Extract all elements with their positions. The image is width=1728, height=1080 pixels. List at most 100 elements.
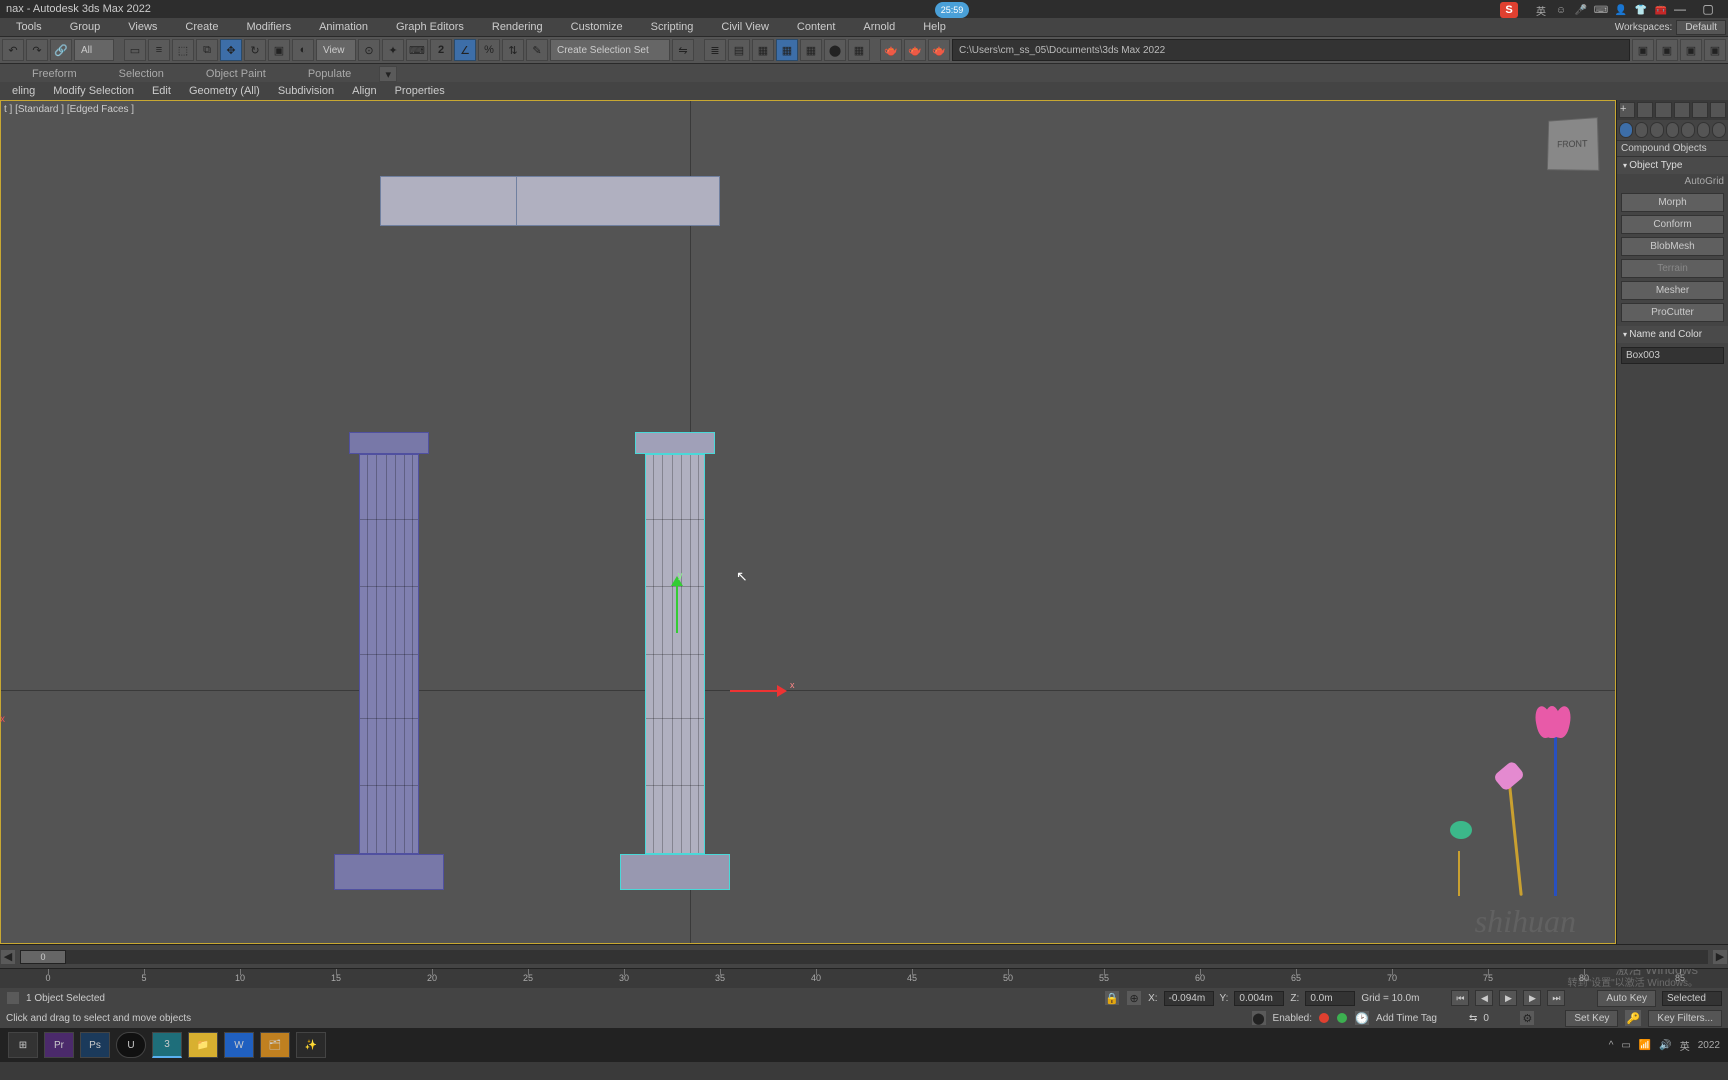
autogrid-checkbox[interactable]: AutoGrid: [1617, 174, 1728, 189]
objecttype-rollout[interactable]: Object Type: [1617, 157, 1728, 174]
menu-civilview[interactable]: Civil View: [707, 18, 782, 36]
rect-select-button[interactable]: ⬚: [172, 39, 194, 61]
render-production-button[interactable]: 🫖: [904, 39, 926, 61]
tray-ime[interactable]: 英: [1680, 1038, 1690, 1053]
extra1-button[interactable]: ▣: [1632, 39, 1654, 61]
snap-2d-button[interactable]: 2: [430, 39, 452, 61]
menu-animation[interactable]: Animation: [305, 18, 382, 36]
timetag-icon[interactable]: 🕑: [1354, 1010, 1370, 1026]
ribbon-modifysel[interactable]: Modify Selection: [45, 83, 142, 99]
schematic-view-button[interactable]: ▦: [800, 39, 822, 61]
keyboard-icon[interactable]: ⌨: [1594, 3, 1608, 17]
ribbon-tab-freeform[interactable]: Freeform: [12, 66, 97, 82]
enabled-red-dot[interactable]: [1319, 1013, 1329, 1023]
procutter-button[interactable]: ProCutter: [1621, 303, 1724, 322]
menu-grapheditors[interactable]: Graph Editors: [382, 18, 478, 36]
tray-volume-icon[interactable]: 🔊: [1659, 1040, 1671, 1051]
tray-chevron-icon[interactable]: ^: [1609, 1040, 1614, 1051]
link-button[interactable]: 🔗: [50, 39, 72, 61]
geometry-cat-icon[interactable]: [1619, 122, 1633, 138]
ribbon-tab-objectpaint[interactable]: Object Paint: [186, 66, 286, 82]
window-maximize[interactable]: ▢: [1694, 2, 1722, 16]
tray-date[interactable]: 2022: [1698, 1040, 1720, 1051]
coord-y-input[interactable]: 0.004m: [1234, 991, 1284, 1006]
absolute-mode-icon[interactable]: ⊕: [1126, 990, 1142, 1006]
play-button[interactable]: ▶: [1499, 990, 1517, 1006]
menu-modifiers[interactable]: Modifiers: [232, 18, 305, 36]
object-name-input[interactable]: Box003: [1621, 347, 1724, 364]
ribbon-edit[interactable]: Edit: [144, 83, 179, 99]
use-center-button[interactable]: ⊙: [358, 39, 380, 61]
window-crossing-button[interactable]: ⧉: [196, 39, 218, 61]
tray-wifi-icon[interactable]: 📶: [1639, 1040, 1651, 1051]
menu-customize[interactable]: Customize: [557, 18, 637, 36]
motion-tab-icon[interactable]: [1674, 102, 1690, 118]
viewport[interactable]: t ] [Standard ] [Edged Faces ]: [0, 100, 1616, 944]
undo-button[interactable]: ↶: [2, 39, 24, 61]
shapes-cat-icon[interactable]: [1635, 122, 1649, 138]
mirror-button[interactable]: ⇋: [672, 39, 694, 61]
extra4-button[interactable]: ▣: [1704, 39, 1726, 61]
snap-angle-button[interactable]: ∠: [454, 39, 476, 61]
flower-tulip[interactable]: [1536, 706, 1576, 896]
snap-percent-button[interactable]: %: [478, 39, 500, 61]
systems-cat-icon[interactable]: [1712, 122, 1726, 138]
keymode-dropdown[interactable]: Selected: [1662, 991, 1722, 1006]
emoji-icon[interactable]: ☺: [1554, 3, 1568, 17]
select-move-button[interactable]: ✥: [220, 39, 242, 61]
viewcube[interactable]: FRONT: [1547, 117, 1600, 171]
lights-cat-icon[interactable]: [1650, 122, 1664, 138]
material-editor-button[interactable]: ⬤: [824, 39, 846, 61]
render-setup-button[interactable]: ▦: [848, 39, 870, 61]
filter-all-dropdown[interactable]: All: [74, 39, 114, 61]
toolbox-icon[interactable]: 🧰: [1654, 3, 1668, 17]
menu-group[interactable]: Group: [56, 18, 115, 36]
enabled-green-dot[interactable]: [1337, 1013, 1347, 1023]
flowers-group[interactable]: [1446, 696, 1586, 896]
taskbar-app1[interactable]: ⊞: [8, 1032, 38, 1058]
isolate-icon[interactable]: ⬤: [1251, 1010, 1267, 1026]
extra3-button[interactable]: ▣: [1680, 39, 1702, 61]
ribbon-geometry[interactable]: Geometry (All): [181, 83, 268, 99]
mesher-button[interactable]: Mesher: [1621, 281, 1724, 300]
column-right-selected[interactable]: [620, 432, 730, 890]
taskbar-premiere-icon[interactable]: Pr: [44, 1032, 74, 1058]
add-time-tag[interactable]: Add Time Tag: [1376, 1013, 1437, 1024]
play-prev-frame-button[interactable]: ◀: [1475, 990, 1493, 1006]
select-object-button[interactable]: ▭: [124, 39, 146, 61]
helpers-cat-icon[interactable]: [1681, 122, 1695, 138]
taskbar-wps-icon[interactable]: W: [224, 1032, 254, 1058]
keyfilters-button[interactable]: Key Filters...: [1648, 1010, 1722, 1027]
maxscript-mini-icon[interactable]: [6, 991, 20, 1005]
spacewarps-cat-icon[interactable]: [1697, 122, 1711, 138]
ribbon-properties[interactable]: Properties: [387, 83, 453, 99]
autokey-button[interactable]: Auto Key: [1597, 990, 1656, 1007]
system-tray[interactable]: ^ ▭ 📶 🔊 英 2022: [1609, 1038, 1720, 1053]
menu-arnold[interactable]: Arnold: [849, 18, 909, 36]
lintel-object[interactable]: [380, 176, 720, 226]
morph-button[interactable]: Morph: [1621, 193, 1724, 212]
menu-content[interactable]: Content: [783, 18, 850, 36]
menu-rendering[interactable]: Rendering: [478, 18, 557, 36]
time-ruler[interactable]: 0 5 10 15 20 25 30 35 40 45 50 55 60 65 …: [0, 968, 1728, 988]
ime-lang[interactable]: 英: [1534, 3, 1548, 17]
named-selset-dropdown[interactable]: Create Selection Set: [550, 39, 670, 61]
time-slider-track[interactable]: 0: [20, 950, 1708, 964]
current-frame-input[interactable]: 0: [1483, 1013, 1513, 1024]
namecolor-rollout[interactable]: Name and Color: [1617, 326, 1728, 343]
play-goto-end-button[interactable]: ⏭: [1547, 990, 1565, 1006]
curve-editor-button[interactable]: ▦: [776, 39, 798, 61]
select-scale-button[interactable]: ▣: [268, 39, 290, 61]
taskbar-photoshop-icon[interactable]: Ps: [80, 1032, 110, 1058]
category-dropdown[interactable]: Compound Objects: [1617, 140, 1728, 157]
menu-help[interactable]: Help: [909, 18, 960, 36]
utilities-tab-icon[interactable]: [1710, 102, 1726, 118]
coord-z-input[interactable]: 0.0m: [1305, 991, 1355, 1006]
manip-button[interactable]: ✦: [382, 39, 404, 61]
render-frame-button[interactable]: 🫖: [880, 39, 902, 61]
keymode-toggle-button[interactable]: ⇆: [1469, 1013, 1477, 1024]
hierarchy-tab-icon[interactable]: [1655, 102, 1671, 118]
menu-scripting[interactable]: Scripting: [637, 18, 708, 36]
keyboard-shortcut-button[interactable]: ⌨: [406, 39, 428, 61]
timeslider-prev-icon[interactable]: ◀: [0, 949, 16, 965]
